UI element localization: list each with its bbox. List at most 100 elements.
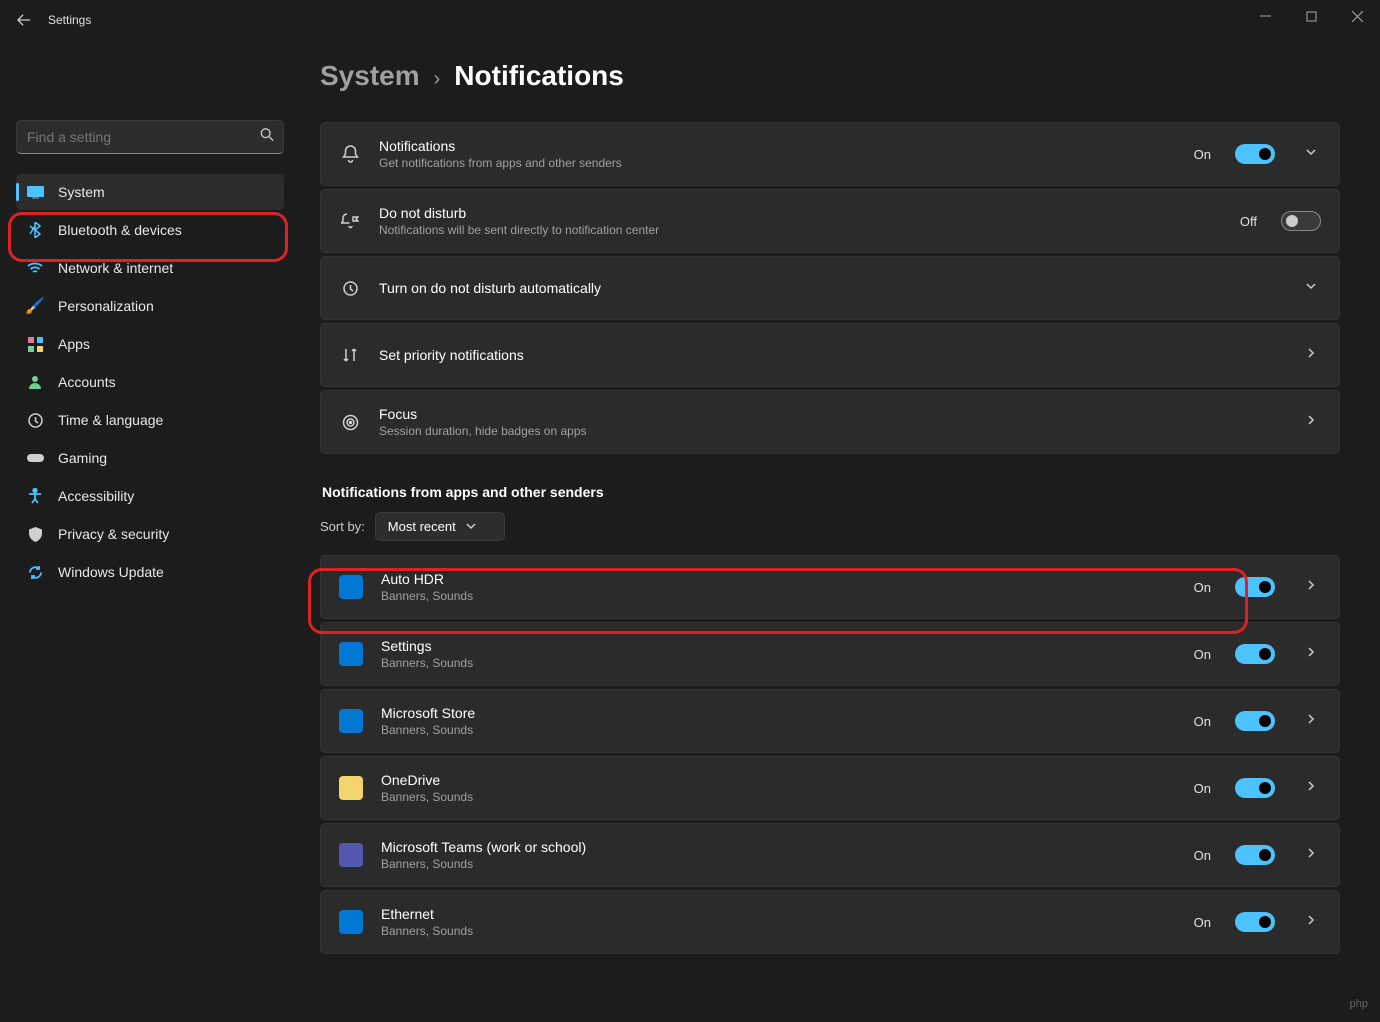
chevron-down-icon <box>466 519 476 534</box>
toggle-switch[interactable] <box>1235 778 1275 798</box>
app-sub: Banners, Sounds <box>381 857 1176 871</box>
card-title: Turn on do not disturb automatically <box>379 280 1275 296</box>
toggle-state: On <box>1194 580 1211 595</box>
card-title: Do not disturb <box>379 205 1222 221</box>
toggle-switch[interactable] <box>1235 577 1275 597</box>
brush-icon: 🖌️ <box>26 297 44 315</box>
app-ethernet[interactable]: EthernetBanners, SoundsOn <box>320 890 1340 954</box>
priority-icon <box>339 344 361 366</box>
card-title: Set priority notifications <box>379 347 1275 363</box>
chevron-right-icon <box>1301 779 1321 797</box>
bell-icon <box>339 143 361 165</box>
card-sub: Session duration, hide badges on apps <box>379 424 1275 438</box>
setting-turn-on-do-not-disturb-automatically[interactable]: Turn on do not disturb automatically <box>320 256 1340 320</box>
chevron-right-icon <box>1301 913 1321 931</box>
bluetooth-icon <box>26 221 44 239</box>
toggle-switch[interactable] <box>1235 644 1275 664</box>
accessibility-icon <box>26 487 44 505</box>
setting-do-not-disturb[interactable]: Do not disturbNotifications will be sent… <box>320 189 1340 253</box>
back-button[interactable] <box>8 4 40 36</box>
toggle-switch[interactable] <box>1235 144 1275 164</box>
chevron-right-icon: › <box>434 68 441 91</box>
update-icon <box>26 563 44 581</box>
app-sub: Banners, Sounds <box>381 924 1176 938</box>
sidebar-item-label: System <box>58 184 105 200</box>
person-icon <box>26 373 44 391</box>
sidebar-item-accounts[interactable]: Accounts <box>16 364 284 400</box>
toggle-switch[interactable] <box>1235 912 1275 932</box>
main-content: System › Notifications NotificationsGet … <box>300 40 1380 1022</box>
sidebar-item-label: Personalization <box>58 298 154 314</box>
app-icon <box>339 642 363 666</box>
app-sub: Banners, Sounds <box>381 589 1176 603</box>
setting-set-priority-notifications[interactable]: Set priority notifications <box>320 323 1340 387</box>
minimize-button[interactable] <box>1242 0 1288 32</box>
app-settings[interactable]: Settings Banners, Sounds On <box>320 622 1340 686</box>
sidebar-item-label: Network & internet <box>58 260 173 276</box>
sidebar-item-personalization[interactable]: 🖌️ Personalization <box>16 288 284 324</box>
app-name: Microsoft Teams (work or school) <box>381 839 1176 855</box>
toggle-state: On <box>1194 848 1211 863</box>
sidebar-item-system[interactable]: System <box>16 174 284 210</box>
app-name: Auto HDR <box>381 571 1176 587</box>
system-icon <box>26 183 44 201</box>
toggle-switch[interactable] <box>1281 211 1321 231</box>
toggle-state: On <box>1194 647 1211 662</box>
apps-section-heading: Notifications from apps and other sender… <box>322 484 1340 500</box>
app-icon <box>339 575 363 599</box>
sidebar-item-label: Time & language <box>58 412 163 428</box>
search-icon <box>260 128 274 147</box>
toggle-state: On <box>1194 781 1211 796</box>
setting-notifications[interactable]: NotificationsGet notifications from apps… <box>320 122 1340 186</box>
chevron-right-icon <box>1301 346 1321 364</box>
sidebar-item-label: Bluetooth & devices <box>58 222 182 238</box>
toggle-state: On <box>1194 714 1211 729</box>
sidebar-item-label: Windows Update <box>58 564 164 580</box>
close-button[interactable] <box>1334 0 1380 32</box>
breadcrumb-current: Notifications <box>454 60 624 92</box>
sort-label: Sort by: <box>320 519 365 534</box>
sidebar-item-gaming[interactable]: Gaming <box>16 440 284 476</box>
chevron-right-icon <box>1301 413 1321 431</box>
app-auto-hdr[interactable]: Auto HDR Banners, Sounds On <box>320 555 1340 619</box>
sort-dropdown[interactable]: Most recent <box>375 512 505 541</box>
app-onedrive[interactable]: OneDriveBanners, SoundsOn <box>320 756 1340 820</box>
app-sub: Banners, Sounds <box>381 656 1176 670</box>
toggle-switch[interactable] <box>1235 845 1275 865</box>
clock-icon <box>26 411 44 429</box>
breadcrumb: System › Notifications <box>320 60 1340 92</box>
breadcrumb-parent[interactable]: System <box>320 60 420 92</box>
app-icon <box>339 843 363 867</box>
dnd-icon <box>339 210 361 232</box>
chevron-right-icon <box>1301 645 1321 663</box>
toggle-switch[interactable] <box>1235 711 1275 731</box>
app-icon <box>339 776 363 800</box>
sidebar-item-label: Accounts <box>58 374 116 390</box>
sidebar-item-windows-update[interactable]: Windows Update <box>16 554 284 590</box>
sidebar-item-label: Accessibility <box>58 488 134 504</box>
chevron-down-icon <box>1301 145 1321 163</box>
app-microsoft-teams-work-or-school-[interactable]: Microsoft Teams (work or school) Banners,… <box>320 823 1340 887</box>
app-name: Settings <box>381 638 1176 654</box>
sidebar-item-bluetooth-devices[interactable]: Bluetooth & devices <box>16 212 284 248</box>
sidebar-item-label: Apps <box>58 336 90 352</box>
focus-icon <box>339 411 361 433</box>
sidebar-item-accessibility[interactable]: Accessibility <box>16 478 284 514</box>
sidebar-item-time-language[interactable]: Time & language <box>16 402 284 438</box>
app-icon <box>339 709 363 733</box>
app-microsoft-store[interactable]: Microsoft StoreBanners, SoundsOn <box>320 689 1340 753</box>
chevron-down-icon <box>1301 279 1321 297</box>
sidebar-item-privacy-security[interactable]: Privacy & security <box>16 516 284 552</box>
sidebar-item-label: Gaming <box>58 450 107 466</box>
sidebar-item-network-internet[interactable]: Network & internet <box>16 250 284 286</box>
search-input[interactable] <box>16 120 284 154</box>
sidebar-item-apps[interactable]: Apps <box>16 326 284 362</box>
app-sub: Banners, Sounds <box>381 723 1176 737</box>
window-title: Settings <box>48 13 91 27</box>
setting-focus[interactable]: FocusSession duration, hide badges on ap… <box>320 390 1340 454</box>
chevron-right-icon <box>1301 712 1321 730</box>
chevron-right-icon <box>1301 578 1321 596</box>
wifi-icon <box>26 259 44 277</box>
apps-icon <box>26 335 44 353</box>
maximize-button[interactable] <box>1288 0 1334 32</box>
